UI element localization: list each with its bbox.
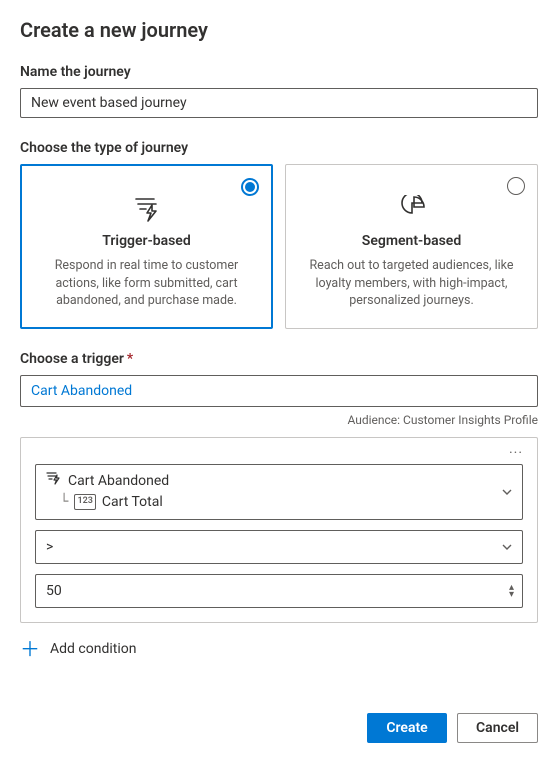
attribute-child-label: Cart Total [102,492,163,513]
required-indicator: * [127,351,133,367]
card-title-trigger: Trigger-based [39,233,254,249]
chevron-down-icon [500,540,514,554]
pie-chart-icon [304,195,519,223]
tree-branch-icon: └ [60,492,68,513]
number-type-icon: 123 [74,494,95,510]
condition-value-input[interactable]: 50 ▴ ▾ [35,574,523,608]
trigger-label: Choose a trigger* [20,351,538,367]
create-button[interactable]: Create [367,713,447,743]
card-desc-trigger: Respond in real time to customer actions… [39,257,254,310]
attribute-root-label: Cart Abandoned [68,471,169,492]
journey-type-trigger-based[interactable]: Trigger-based Respond in real time to cu… [20,164,273,329]
number-stepper[interactable]: ▴ ▾ [509,584,514,598]
lightning-icon [39,195,254,223]
add-condition-label: Add condition [50,641,136,657]
condition-attribute-select[interactable]: Cart Abandoned └ 123 Cart Total [35,464,523,520]
stepper-down-icon[interactable]: ▾ [509,591,514,598]
journey-type-label: Choose the type of journey [20,140,538,156]
add-condition-button[interactable]: ＋ Add condition [20,641,538,657]
radio-unselected-icon [507,177,525,195]
condition-panel: ··· Cart Abandoned └ 1 [20,437,538,623]
condition-operator-select[interactable]: > [35,530,523,564]
audience-info: Audience: Customer Insights Profile [20,413,538,427]
card-title-segment: Segment-based [304,233,519,249]
panel-more-icon[interactable]: ··· [35,446,523,464]
lightning-small-icon [46,471,62,492]
cancel-button[interactable]: Cancel [457,713,538,743]
page-title: Create a new journey [20,18,538,42]
journey-name-input[interactable] [20,88,538,118]
plus-icon: ＋ [20,641,40,657]
name-label: Name the journey [20,64,538,80]
journey-type-segment-based[interactable]: Segment-based Reach out to targeted audi… [285,164,538,329]
trigger-picker[interactable]: Cart Abandoned [20,375,538,407]
card-desc-segment: Reach out to targeted audiences, like lo… [304,257,519,310]
chevron-down-icon [500,485,514,499]
radio-selected-icon [241,178,259,196]
operator-value: > [46,539,53,555]
condition-value: 50 [46,583,62,599]
